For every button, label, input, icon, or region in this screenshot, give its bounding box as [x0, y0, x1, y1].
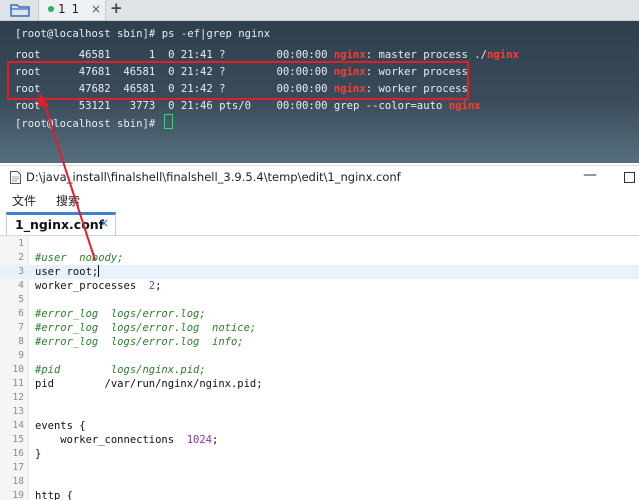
session-tab-label: 1 1: [58, 2, 81, 16]
code-text: #pid logs/nginx.pid;: [35, 364, 206, 376]
line-number: 13: [12, 406, 24, 417]
line-number: 8: [18, 336, 24, 347]
code-line: 10 #pid logs/nginx.pid;: [0, 363, 639, 377]
terminal-tabbar: 1 1 × +: [0, 0, 639, 21]
line-number: 11: [12, 378, 24, 389]
code-line: 3 user root;: [0, 265, 639, 279]
code-line: 16}: [0, 447, 639, 461]
line-number: 15: [12, 434, 24, 445]
close-icon[interactable]: ×: [99, 216, 109, 230]
editor-menubar: 文件 搜索: [0, 189, 639, 210]
code-line: 1: [0, 237, 639, 251]
line-number: 4: [18, 280, 24, 291]
code-line: 13: [0, 405, 639, 419]
code-line: 2 #user nobody;: [0, 251, 639, 265]
code-line: 12: [0, 391, 639, 405]
code-text: #error_log logs/error.log info;: [35, 336, 244, 348]
code-line: 9: [0, 349, 639, 363]
code-text: #error_log logs/error.log notice;: [35, 322, 257, 334]
text-caret: [98, 265, 100, 277]
code-text: user root;: [35, 265, 100, 278]
code-line: 14 events {: [0, 419, 639, 433]
menu-file[interactable]: 文件: [12, 192, 36, 209]
line-number: 2: [18, 252, 24, 263]
add-tab-button[interactable]: +: [110, 0, 123, 17]
line-number: 17: [12, 462, 24, 473]
line-number: 6: [18, 308, 24, 319]
code-line: 7 #error_log logs/error.log notice;: [0, 321, 639, 335]
line-number: 7: [18, 322, 24, 333]
line-number: 1: [18, 238, 24, 249]
menu-search[interactable]: 搜索: [56, 192, 80, 209]
editor-window-title: D:\java_install\finalshell\finalshell_3.…: [26, 170, 401, 184]
line-number: 16: [12, 448, 24, 459]
tab-nginx-conf[interactable]: 1_nginx.conf ×: [6, 212, 116, 235]
folder-icon[interactable]: [10, 3, 30, 17]
maximize-button[interactable]: [624, 172, 635, 183]
line-number: 19: [12, 490, 24, 500]
terminal-line: root 53121 3773 0 21:46 pts/0 00:00:00 g…: [15, 100, 481, 112]
line-number: 12: [12, 392, 24, 403]
terminal-line: [root@localhost sbin]# ps -ef|grep nginx: [15, 28, 271, 40]
code-text: worker_connections 1024;: [35, 434, 219, 446]
code-text: worker_processes 2;: [35, 280, 162, 292]
code-line: 19 http {: [0, 489, 639, 500]
line-number: 18: [12, 476, 24, 487]
terminal-prompt-line: [root@localhost sbin]#: [15, 114, 173, 131]
connection-status-icon: [48, 6, 54, 12]
code-line: 17: [0, 461, 639, 475]
file-icon: [10, 171, 21, 184]
code-line: 4 worker_processes 2;: [0, 279, 639, 293]
code-line: 8 #error_log logs/error.log info;: [0, 335, 639, 349]
editor-tab-label: 1_nginx.conf: [15, 217, 105, 232]
annotation-highlight-box: [7, 61, 469, 100]
close-icon[interactable]: ×: [91, 2, 101, 16]
terminal-output[interactable]: [root@localhost sbin]# ps -ef|grep nginx…: [0, 21, 639, 163]
code-line: 15 worker_connections 1024;: [0, 433, 639, 447]
code-text: }: [35, 448, 42, 460]
line-number: 10: [12, 364, 24, 375]
minimize-button[interactable]: —: [583, 167, 597, 183]
editor-titlebar: D:\java_install\finalshell\finalshell_3.…: [0, 165, 639, 189]
code-text: events {: [35, 420, 86, 432]
code-text: #user nobody;: [35, 252, 124, 264]
code-line: 18: [0, 475, 639, 489]
editor-tabbar: 1_nginx.conf ×: [0, 210, 639, 236]
code-line: 11 pid /var/run/nginx/nginx.pid;: [0, 377, 639, 391]
terminal-cursor: [163, 114, 173, 129]
terminal-session-tab[interactable]: 1 1 ×: [38, 0, 106, 20]
line-number: 14: [12, 420, 24, 431]
line-number: 3: [18, 266, 24, 277]
code-line: 6 #error_log logs/error.log;: [0, 307, 639, 321]
code-text: http {: [35, 490, 73, 500]
code-line: 5: [0, 293, 639, 307]
line-number: 5: [18, 294, 24, 305]
code-editor[interactable]: 1 2 #user nobody; 3 user root; 4 worker_pro…: [0, 236, 639, 500]
code-text: #error_log logs/error.log;: [35, 308, 206, 320]
code-text: pid /var/run/nginx/nginx.pid;: [35, 378, 263, 390]
line-number: 9: [18, 350, 24, 361]
